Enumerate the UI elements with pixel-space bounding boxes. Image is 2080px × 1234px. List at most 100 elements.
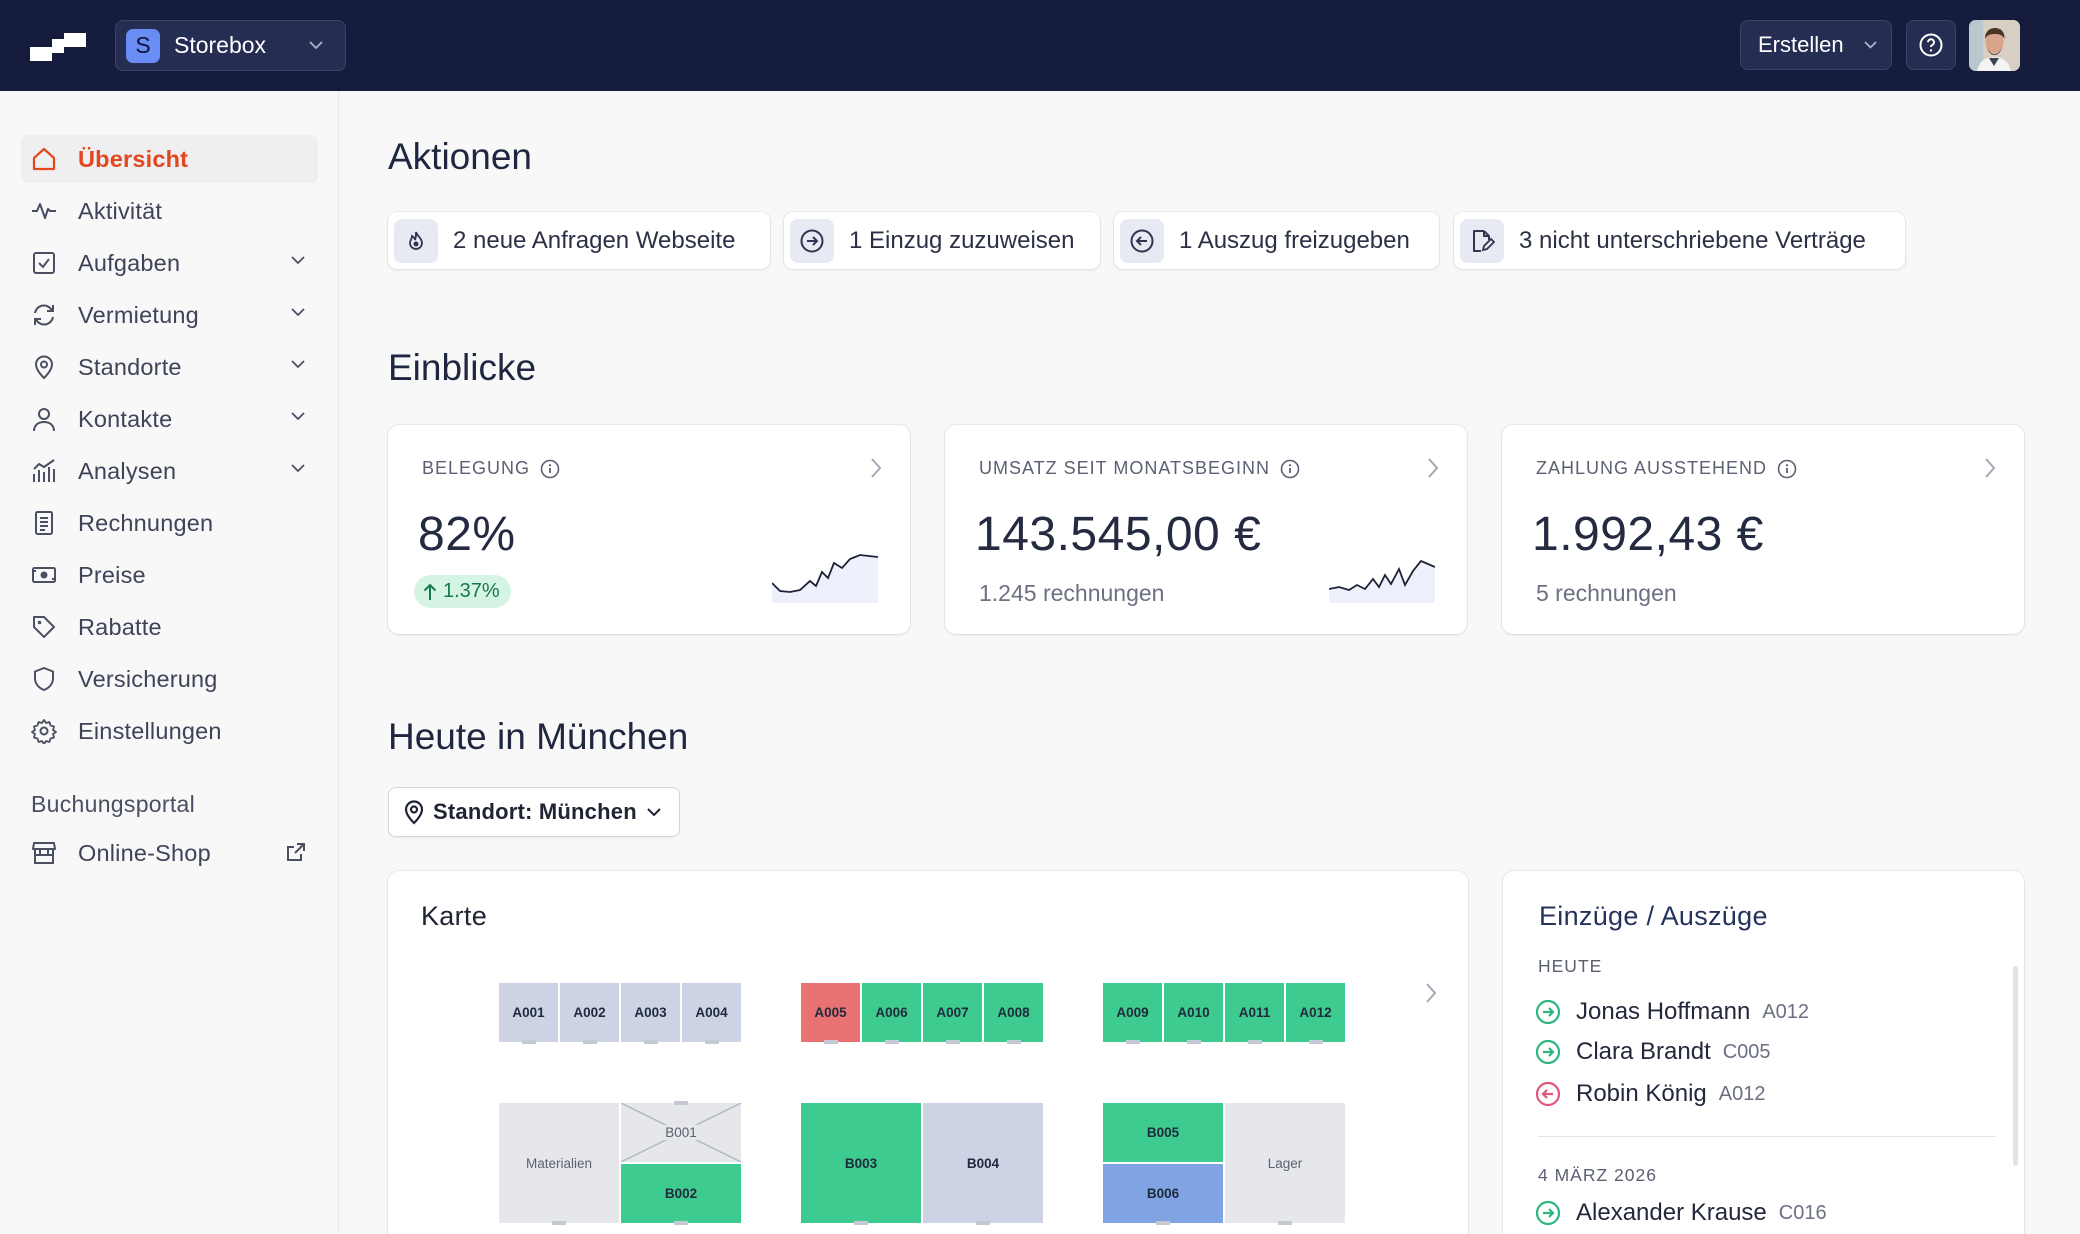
map-card: Karte A001 A002 A003 A004 A005 A006 A007… [388,871,1468,1234]
door-marker [1187,1040,1201,1044]
sidebar-item-aufgaben[interactable]: Aufgaben [21,239,318,287]
door-marker [946,1040,960,1044]
sidebar-item-analysen[interactable]: Analysen [21,447,318,495]
move-entry[interactable]: Jonas Hoffmann A012 [1535,997,1809,1027]
section-title-heute: Heute in München [388,716,689,757]
sidebar-item-label: Kontakte [78,405,173,432]
sidebar-item-preise[interactable]: Preise [21,551,318,599]
chevron-right-icon[interactable] [1427,457,1439,479]
room-storage[interactable]: Lager [1225,1103,1345,1223]
moves-scrollbar[interactable] [2013,966,2018,1166]
move-entry-unit: A012 [1718,1082,1766,1105]
kpi-subtext: 1.245 rechnungen [979,580,1165,606]
kpi-value: 143.545,00 € [975,508,1262,561]
chevron-down-icon [647,807,661,816]
unit-B001[interactable]: B001 [621,1103,741,1162]
arrow-up-icon [423,583,437,600]
move-entry-unit: C016 [1778,1201,1827,1224]
sidebar-item-vermietung[interactable]: Vermietung [21,291,318,339]
chip-label: 1 Einzug zuzuweisen [849,226,1075,254]
activity-icon [32,203,56,219]
unit-B003[interactable]: B003 [801,1103,921,1223]
unit-A002[interactable]: A002 [560,983,619,1042]
kpi-title-text: UMSATZ SEIT MONATSBEGINN [979,458,1271,478]
move-entry-unit: C005 [1722,1040,1771,1063]
door-marker [1126,1040,1140,1044]
help-button[interactable] [1906,20,1956,70]
info-icon[interactable] [1777,459,1797,479]
refresh-icon [34,304,54,326]
unit-B004[interactable]: B004 [923,1103,1043,1223]
sidebar-item-rechnungen[interactable]: Rechnungen [21,499,318,547]
checkbox-icon [33,252,55,274]
door-marker [885,1040,899,1044]
kpi-card-revenue[interactable]: UMSATZ SEIT MONATSBEGINN 143.545,00 € 1.… [945,425,1467,634]
invoice-icon [35,511,53,535]
sidebar-item-rabatte[interactable]: Rabatte [21,603,318,651]
sidebar-item-standorte[interactable]: Standorte [21,343,318,391]
chevron-right-icon[interactable] [870,457,882,479]
action-move-out-approve[interactable]: 1 Auszug freizugeben [1114,212,1439,269]
workspace-switcher[interactable]: S Storebox [115,20,346,71]
sidebar-item-label: Einstellungen [78,717,222,744]
sidebar-item-einstellungen[interactable]: Einstellungen [21,707,318,755]
arrow-left-circle-icon [1130,229,1154,252]
door-marker [552,1221,566,1225]
action-move-in-assign[interactable]: 1 Einzug zuzuweisen [784,212,1100,269]
unit-A004[interactable]: A004 [682,983,741,1042]
unit-A005[interactable]: A005 [801,983,860,1042]
unit-B005[interactable]: B005 [1103,1103,1223,1162]
door-marker [976,1221,990,1225]
sidebar-item-uebersicht[interactable]: Übersicht [21,135,318,183]
door-marker [522,1040,536,1044]
unit-A003[interactable]: A003 [621,983,680,1042]
unit-B002[interactable]: B002 [621,1164,741,1223]
info-icon[interactable] [540,459,560,479]
user-avatar[interactable] [1969,20,2020,71]
create-button[interactable]: Erstellen [1740,20,1892,70]
unit-A008[interactable]: A008 [984,983,1043,1042]
store-icon [32,842,56,864]
move-entry[interactable]: Alexander Krause C016 [1535,1198,1827,1228]
revenue-sparkline [1329,559,1435,603]
sidebar-item-kontakte[interactable]: Kontakte [21,395,318,443]
move-in-icon [1535,1200,1561,1226]
chevron-right-icon[interactable] [1425,982,1437,1004]
chevron-down-icon [291,412,305,421]
sidebar-item-label: Rabatte [78,613,162,640]
sidebar-item-label: Aktivität [78,197,163,224]
moves-card: Einzüge / Auszüge HEUTE Jonas Hoffmann A… [1503,871,2024,1234]
unit-B006[interactable]: B006 [1103,1164,1223,1223]
chevron-down-icon [1864,41,1877,49]
sidebar-item-versicherung[interactable]: Versicherung [21,655,318,703]
unit-A010[interactable]: A010 [1164,983,1223,1042]
unit-A001[interactable]: A001 [499,983,558,1042]
location-select[interactable]: Standort: München [388,787,680,837]
move-entry[interactable]: Robin König A012 [1535,1079,1765,1109]
unit-A006[interactable]: A006 [862,983,921,1042]
unit-A009[interactable]: A009 [1103,983,1162,1042]
action-new-requests[interactable]: 2 neue Anfragen Webseite [388,212,770,269]
sidebar-item-label: Preise [78,561,146,588]
document-sign-icon [1473,229,1495,252]
door-marker [824,1040,838,1044]
moves-day-label: 4 MÄRZ 2026 [1538,1165,1657,1185]
unit-A011[interactable]: A011 [1225,983,1284,1042]
sidebar-item-online-shop[interactable]: Online-Shop [21,829,318,877]
kpi-card-outstanding[interactable]: ZAHLUNG AUSSTEHEND 1.992,43 € 5 rechnung… [1502,425,2024,634]
kpi-value: 1.992,43 € [1532,508,1764,561]
unit-A012[interactable]: A012 [1286,983,1345,1042]
door-marker [854,1221,868,1225]
map-pin-icon [34,355,54,380]
kpi-card-occupancy[interactable]: BELEGUNG 82% 1.37% [388,425,910,634]
action-unsigned-contracts[interactable]: 3 nicht unterschriebene Verträge [1454,212,1905,269]
move-entry[interactable]: Clara Brandt C005 [1535,1037,1771,1067]
unit-A007[interactable]: A007 [923,983,982,1042]
create-button-label: Erstellen [1758,32,1844,57]
app-logo[interactable] [30,33,86,61]
kpi-title: UMSATZ SEIT MONATSBEGINN [979,458,1300,479]
info-icon[interactable] [1280,459,1300,479]
chevron-right-icon[interactable] [1984,457,1996,479]
sidebar-item-aktivitaet[interactable]: Aktivität [21,187,318,235]
room-materials[interactable]: Materialien [499,1103,619,1223]
